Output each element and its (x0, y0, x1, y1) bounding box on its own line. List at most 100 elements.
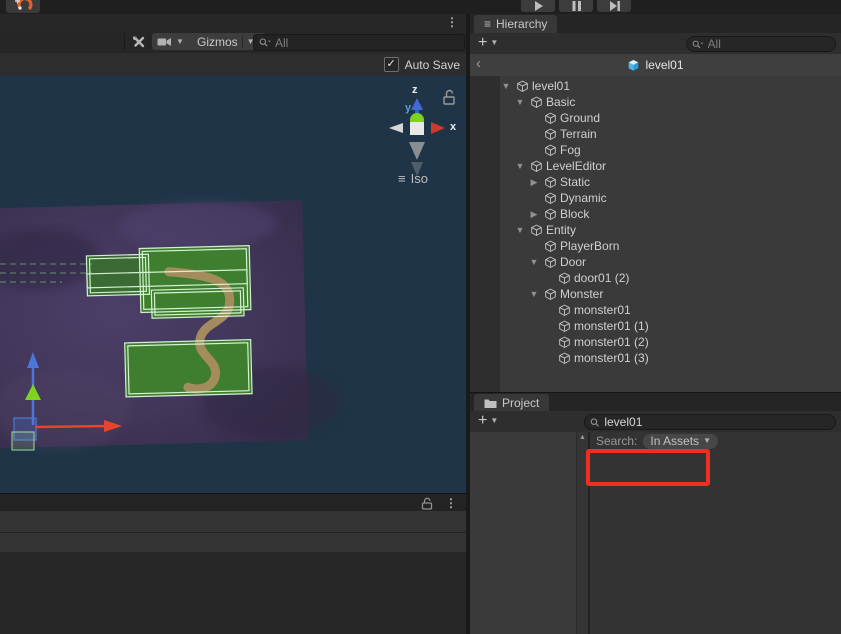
hierarchy-tree-item[interactable]: door01 (2) (470, 270, 841, 286)
hierarchy-tree-item[interactable]: monster01 (1) (470, 318, 841, 334)
search-icon (259, 37, 271, 48)
search-icon (590, 417, 600, 428)
hierarchy-tree-item[interactable]: PlayerBorn (470, 238, 841, 254)
expander-open-icon[interactable]: ▼ (500, 81, 512, 91)
scene-tools-button[interactable] (130, 33, 148, 50)
cube-icon (530, 224, 543, 237)
cube-icon (544, 128, 557, 141)
gizmos-label: Gizmos (197, 35, 238, 49)
cube-icon (543, 239, 557, 253)
project-search-input[interactable] (604, 415, 830, 429)
unlock-icon (444, 91, 454, 105)
iso-icon: ≡ (398, 171, 406, 186)
scene-view[interactable]: z y x ≡ Iso (0, 76, 466, 493)
scene-view-toolbar: ▼ Gizmos ▼ (0, 30, 466, 54)
search-scope-label: Search: (596, 434, 637, 448)
item-label: PlayerBorn (560, 239, 619, 253)
pause-icon (569, 0, 584, 12)
hierarchy-tree-item[interactable]: ▼ Basic (470, 94, 841, 110)
hierarchy-tree-item[interactable]: ▼ Door (470, 254, 841, 270)
expander-open-icon[interactable]: ▼ (514, 97, 526, 107)
step-button[interactable] (597, 0, 631, 12)
scene-camera-button[interactable]: ▼ (152, 33, 196, 50)
hierarchy-tab-strip: ≡ Hierarchy (470, 14, 841, 34)
hierarchy-tree-item[interactable]: Fog (470, 142, 841, 158)
tab-hierarchy[interactable]: ≡ Hierarchy (474, 15, 557, 33)
scene-search-field[interactable] (253, 34, 465, 51)
scene-menu-kebab-icon[interactable]: ⋮ (446, 15, 458, 29)
hierarchy-tree-item[interactable]: ▼ level01 (470, 78, 841, 94)
scene-render (0, 76, 466, 493)
cube-icon (544, 240, 557, 253)
cube-icon (544, 144, 557, 157)
folder-icon (484, 398, 497, 409)
step-icon (607, 0, 622, 12)
item-label: level01 (532, 79, 570, 93)
camera-icon (157, 36, 172, 48)
cube-icon (557, 303, 571, 317)
prefab-cube-icon (627, 59, 640, 72)
item-label: monster01 (1) (574, 319, 649, 333)
expander-open-icon[interactable]: ▼ (514, 161, 526, 171)
project-folder-tree (470, 432, 576, 634)
projection-mode-toggle[interactable]: ≡ Iso (398, 171, 428, 186)
prefab-cube-icon (627, 59, 640, 72)
auto-save-checkbox[interactable] (384, 57, 399, 72)
auto-save-bar: Auto Save (0, 53, 466, 76)
play-button[interactable] (521, 0, 555, 12)
pause-button[interactable] (559, 0, 593, 12)
hierarchy-tree-item[interactable]: ▼ LevelEditor (470, 158, 841, 174)
expander-open-icon[interactable]: ▼ (514, 225, 526, 235)
search-icon (692, 39, 704, 50)
item-label: Entity (546, 223, 576, 237)
cube-icon (544, 192, 557, 205)
scene-tab-strip: ⋮ (0, 14, 466, 31)
search-scope-dropdown[interactable]: In Assets ▼ (643, 434, 718, 449)
expander-closed-icon[interactable]: ▶ (528, 209, 540, 220)
hierarchy-tree-item[interactable]: ▶ Block (470, 206, 841, 222)
annotation-red-box (586, 449, 710, 486)
item-label: Monster (560, 287, 603, 301)
cube-icon (543, 175, 557, 189)
hierarchy-tree-item[interactable]: Dynamic (470, 190, 841, 206)
chevron-down-icon: ▼ (490, 39, 498, 47)
search-results-pane: Search: In Assets ▼ (590, 432, 841, 634)
project-tab-strip: Project (470, 392, 841, 413)
cube-icon (544, 208, 557, 221)
hierarchy-tree-item[interactable]: ▼ Monster (470, 286, 841, 302)
hierarchy-tree-item[interactable]: Terrain (470, 126, 841, 142)
expander-closed-icon[interactable]: ▶ (528, 177, 540, 188)
expander-open-icon[interactable]: ▼ (528, 289, 540, 299)
hierarchy-tree-item[interactable]: Ground (470, 110, 841, 126)
item-label: monster01 (2) (574, 335, 649, 349)
hierarchy-tree-item[interactable]: ▶ Static (470, 174, 841, 190)
collab-button[interactable] (6, 0, 40, 13)
hierarchy-tree-item[interactable]: monster01 (3) (470, 350, 841, 366)
scroll-up-arrow-icon[interactable]: ▲ (579, 434, 586, 441)
add-asset-button[interactable]: + ▼ (478, 413, 498, 429)
cube-icon (558, 320, 571, 333)
project-search-field[interactable] (584, 414, 836, 430)
hierarchy-search-field[interactable] (686, 36, 836, 52)
cube-icon (529, 95, 543, 109)
search-results-header: Search: In Assets ▼ (590, 432, 841, 450)
unlock-icon[interactable] (420, 497, 434, 510)
unity-editor-window: ⋮ ▼ Gizmos ▼ (0, 0, 841, 634)
cube-icon (530, 160, 543, 173)
panel-menu-kebab-icon[interactable]: ⋮ (445, 496, 457, 510)
bottom-panel-row (0, 511, 466, 533)
hierarchy-search-input[interactable] (708, 37, 830, 51)
bottom-panel-header: ⋮ (0, 493, 466, 512)
add-object-button[interactable]: + ▼ (478, 35, 498, 51)
cube-icon (558, 352, 571, 365)
breadcrumb[interactable]: level01 (470, 54, 841, 76)
prefab-breadcrumb-bar: ‹ level01 (470, 54, 841, 77)
expander-open-icon[interactable]: ▼ (528, 257, 540, 267)
hierarchy-tree-item[interactable]: ▼ Entity (470, 222, 841, 238)
item-label: LevelEditor (546, 159, 606, 173)
hierarchy-tree-item[interactable]: monster01 (2) (470, 334, 841, 350)
hierarchy-tree-item[interactable]: monster01 (470, 302, 841, 318)
button-divider (242, 35, 243, 48)
tab-project[interactable]: Project (474, 394, 549, 412)
scene-search-input[interactable] (275, 36, 459, 50)
